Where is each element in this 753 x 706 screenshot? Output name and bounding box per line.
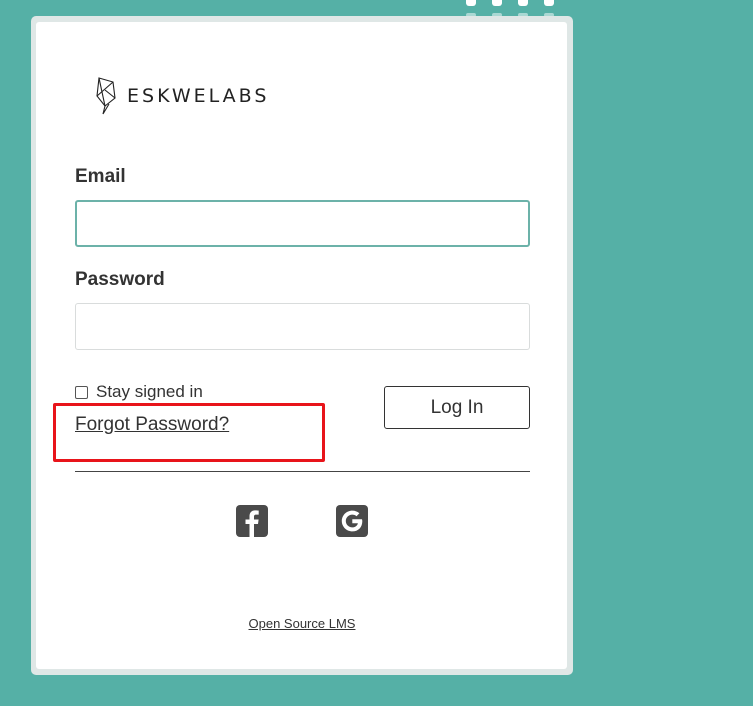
divider [75,471,530,472]
password-label: Password [75,269,165,290]
stay-signed-in-row: Stay signed in [75,382,203,402]
logo-icon [95,76,119,116]
email-field[interactable] [75,200,530,247]
decorative-dot [544,0,554,6]
decorative-dot [518,0,528,6]
brand-name: ESKWELABS [127,85,270,107]
password-field[interactable] [75,303,530,350]
google-icon[interactable] [336,505,368,537]
login-button-label: Log In [430,396,484,418]
stay-signed-in-checkbox[interactable] [75,385,88,399]
brand-logo: ESKWELABS [95,76,269,116]
stay-signed-in-label: Stay signed in [96,382,203,401]
decorative-dot [466,0,476,6]
login-button[interactable]: Log In [384,386,530,429]
open-source-lms-link[interactable]: Open Source LMS [0,616,604,631]
facebook-icon[interactable] [236,505,268,537]
email-label: Email [75,166,126,187]
highlight-annotation [53,403,325,462]
decorative-dot [492,0,502,6]
